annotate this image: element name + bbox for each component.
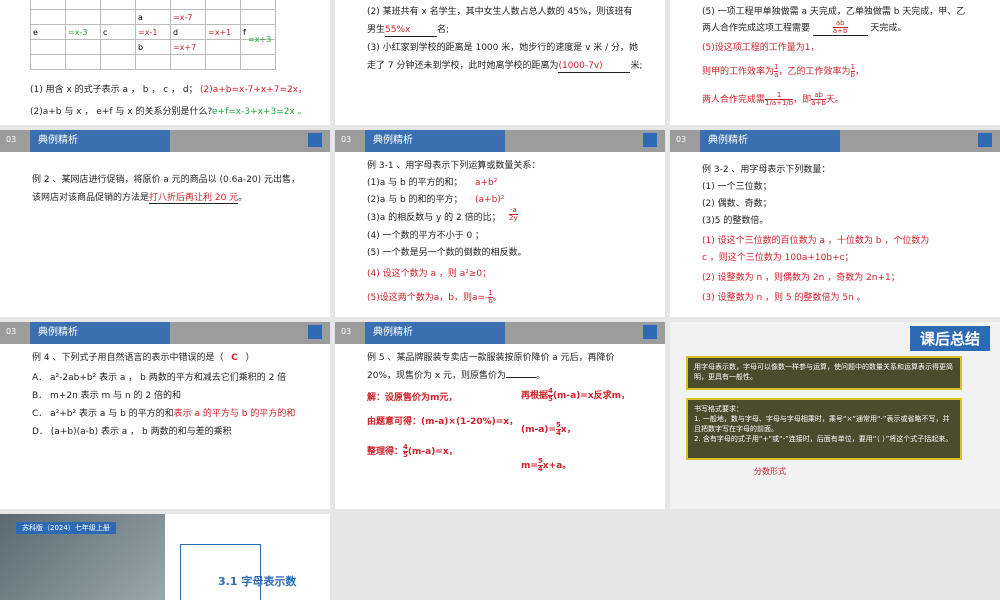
ex5-solution-2: 由题意可得：(m-a)×(1-20%)=x， <box>367 417 519 427</box>
answer-distance: (1000-7v) <box>558 60 631 73</box>
ex32-item-2: (2) 偶数、奇数； <box>702 199 772 209</box>
ex31-item-5: (5) 一个数是另一个数的倒数的相反数。 <box>367 248 527 258</box>
section-title: 典例精析 <box>30 130 170 152</box>
header-square <box>978 133 992 147</box>
answer-method: 打八折后再让利 20 元 <box>149 193 239 204</box>
slide-header: 03 典例精析 <box>0 322 330 344</box>
ex5-solution-3: 整理得： 4 5 (m-a)=x， <box>367 443 458 459</box>
a5-line-2: 则甲的工作效率为 1 a ，乙的工作效率为 1 b， <box>702 63 864 79</box>
ex31-item-1: (1)a 与 b 的平方的和； <box>367 178 463 188</box>
q3-line-2: 走了 7 分钟还未到学校，此时她离学校的距离为(1000-7v) 米; <box>367 60 643 73</box>
ex32-answer-3: (3) 设整数为 n ，则 5 的整数倍为 5n 。 <box>702 293 866 303</box>
ex4-option-d: D． (a+b)(a-b) 表示 a ， b 两数的和与差的乘积 <box>32 427 232 437</box>
ex5-right-1: 再根据 4 5 (m-a)=x反求m， <box>521 387 631 403</box>
header-square <box>643 325 657 339</box>
ex32-answer-2: (2) 设整数为 n ，则偶数为 2n ，奇数为 2n+1； <box>702 273 900 283</box>
cell: d <box>170 24 206 40</box>
lesson-title: 3.1 字母表示数 <box>218 575 297 588</box>
summary-box-1: 用字母表示数，字母可以像数一样参与运算，使问题中的数量关系和运算表示得更简明，更… <box>686 356 962 390</box>
q2-line-1: (2) 某班共有 x 名学生，其中女生人数占总人数的 45%，则该班有 <box>367 7 633 17</box>
a2-text: e+f=x-3+x+3=2x 。 <box>212 107 307 117</box>
cell: =x+7 <box>170 39 206 55</box>
ex31-answer-3: -a 2y <box>509 206 518 222</box>
answer-fraction: ab a+b <box>812 20 868 36</box>
slide-4[interactable]: 03 典例精析 例 2 、某网店进行促销，将原价 a 元的商品以 (0.6a-2… <box>0 130 330 317</box>
summary-tag: 课后总结 <box>909 326 990 351</box>
ex31-item-4: (4) 一个数的平方不小于 0 ； <box>367 231 485 241</box>
ex32-answer-1b: c ，则这个三位数为 100a+10b+c； <box>702 253 854 263</box>
section-title: 典例精析 <box>700 130 840 152</box>
slide-2[interactable]: (2) 某班共有 x 名学生，其中女生人数占总人数的 45%，则该班有 男生55… <box>335 0 665 125</box>
cell: b <box>135 39 171 55</box>
q1-text: (1) 用含 x 的式子表示 a ， b ， c ， d； <box>30 85 198 95</box>
header-square <box>643 133 657 147</box>
q2-line-2: 男生55%x 名; <box>367 24 450 37</box>
ex31-answer-2: (a+b)² <box>475 195 505 205</box>
ex32-item-3: (3)5 的整数倍。 <box>702 216 769 226</box>
ex32-answer-1a: (1) 设这个三位数的百位数为 a ，十位数为 b ，个位数为 <box>702 236 930 246</box>
summary-box-2: 书写格式要求： 1. 一般地，数与字母、字母与字母相乘时，乘号“×”通常用“·”… <box>686 398 962 460</box>
slide-6[interactable]: 03 典例精析 例 3-2 、用字母表示下列数量： (1) 一个三位数； (2)… <box>670 130 1000 317</box>
ex4-option-b: B． m+2n 表示 m 与 n 的 2 倍的和 <box>32 391 181 401</box>
slide-5[interactable]: 03 典例精析 例 3-1 、用字母表示下列运算或数量关系： (1)a 与 b … <box>335 130 665 317</box>
a1-text: (2)a+b=x-7+x+7=2x， <box>200 85 308 95</box>
cell: e <box>30 24 66 40</box>
header-square <box>308 133 322 147</box>
slide-8[interactable]: 03 典例精析 例 5 、某品牌服装专卖店一款服装按原价降价 a 元后，再降价 … <box>335 322 665 509</box>
section-title: 典例精析 <box>365 130 505 152</box>
ex2-line-1: 例 2 、某网店进行促销，将原价 a 元的商品以 (0.6a-20) 元出售， <box>32 175 300 185</box>
number-grid: a =x-7 e =x-3 c =x-1 d =x+1 f b =x+7 <box>30 0 276 70</box>
ex4-option-a: A． a²-2ab+b² 表示 a ， b 两数的平方和减去它们乘积的 2 倍 <box>32 373 287 383</box>
slide-header: 03 典例精析 <box>335 130 665 152</box>
ex31-item-3: (3)a 的相反数与 y 的 2 倍的比； <box>367 213 501 223</box>
ex31-answer-1: a+b² <box>475 178 498 188</box>
ex32-title: 例 3-2 、用字母表示下列数量： <box>702 165 831 175</box>
slide-3[interactable]: (5) 一项工程甲单独做需 a 天完成，乙单独做需 b 天完成，甲、乙 两人合作… <box>670 0 1000 125</box>
header-square <box>308 325 322 339</box>
ex31-item-2: (2)a 与 b 的和的平方； <box>367 195 463 205</box>
slide-header: 03 典例精析 <box>335 322 665 344</box>
ex31-title: 例 3-1 、用字母表示下列运算或数量关系： <box>367 161 541 171</box>
cell: a <box>135 9 171 25</box>
cell: =x-1 <box>135 24 171 40</box>
summary-note: 分数形式 <box>754 467 786 476</box>
answer-male: 55%x <box>385 24 438 37</box>
slide-10[interactable]: 苏科版（2024）七年级上册 3.1 字母表示数 <box>0 514 330 600</box>
ex32-item-1: (1) 一个三位数； <box>702 182 772 192</box>
a5-line-3: 两人合作完成需 1 1/a+1/b ，即 ab a+b 天。 <box>702 91 844 107</box>
slide-header: 03 典例精析 <box>0 130 330 152</box>
cell: =x-3 <box>65 24 101 40</box>
q3-line-1: (3) 小红家到学校的距离是 1000 米，她步行的速度是 v 米 / 分，她 <box>367 43 639 53</box>
q5-line-2: 两人合作完成这项工程需要 ab a+b 天完成。 <box>702 19 907 36</box>
ex4-answer: C <box>231 353 238 363</box>
frame-line-left <box>180 544 181 600</box>
cell: =x+1 <box>205 24 241 40</box>
q5-line-1: (5) 一项工程甲单独做需 a 天完成，乙单独做需 b 天完成，甲、乙 <box>702 7 966 17</box>
frame-line <box>180 544 261 600</box>
ex4-title: 例 4 、下列式子用自然语言的表示中错误的是（ C） <box>32 353 255 363</box>
ex31-answer-4: (4) 设这个数为 a ，则 a²≥0； <box>367 269 492 279</box>
cell: =x-7 <box>170 9 206 25</box>
ex5-line-2: 20%，现售价为 x 元，则原售价为。 <box>367 371 546 381</box>
ex5-solution-1: 解：设原售价为m元， <box>367 393 458 403</box>
ex5-blank <box>506 377 537 378</box>
slide-header: 03 典例精析 <box>670 130 1000 152</box>
ex31-answer-5: (5)设这两个数为a，b，则a=- 1 b。 <box>367 289 502 305</box>
ex5-right-2: (m-a)= 5 4 x， <box>521 421 576 437</box>
ex4-option-c: C． a²+b² 表示 a 与 b 的平方的和表示 a 的平方与 b 的平方的和 <box>32 409 296 419</box>
section-title: 典例精析 <box>30 322 170 344</box>
ex5-line-1: 例 5 、某品牌服装专卖店一款服装按原价降价 a 元后，再降价 <box>367 353 615 363</box>
slide-7[interactable]: 03 典例精析 例 4 、下列式子用自然语言的表示中错误的是（ C） A． a²-… <box>0 322 330 509</box>
cell-f-value: =x+3 <box>248 35 272 44</box>
slide-9[interactable]: 课后总结 用字母表示数，字母可以像数一样参与运算，使问题中的数量关系和运算表示得… <box>670 322 1000 509</box>
textbook-banner: 苏科版（2024）七年级上册 <box>16 522 116 534</box>
q2-text: (2)a+b 与 x ， e+f 与 x 的关系分别是什么? <box>30 107 213 117</box>
slide-1[interactable]: a =x-7 e =x-3 c =x-1 d =x+1 f b =x+7 =x+3 (1) 用含… <box>0 0 330 125</box>
ex2-line-2: 该网店对该商品促销的方法是打八折后再让利 20 元。 <box>32 193 248 204</box>
cell: c <box>100 24 136 40</box>
section-title: 典例精析 <box>365 322 505 344</box>
a5-line-1: (5)设这项工程的工作量为1， <box>702 43 820 53</box>
ex5-right-3: m= 5 4 x+a。 <box>521 457 572 473</box>
